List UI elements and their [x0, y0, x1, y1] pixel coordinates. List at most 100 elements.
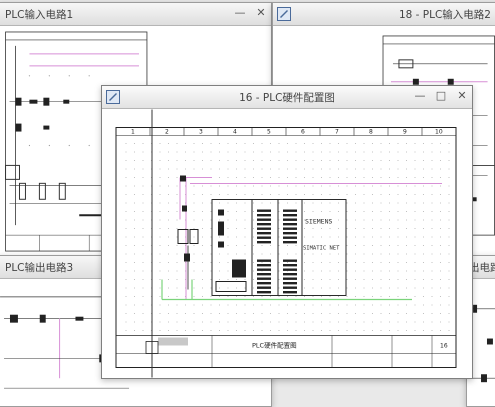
minimize-button[interactable]: —: [414, 89, 426, 102]
grid-dot: [201, 219, 204, 221]
grid-dot: [397, 151, 399, 153]
grid-dot: [431, 151, 433, 153]
grid-dot: [439, 278, 442, 281]
grid-dot: [167, 185, 170, 187]
grid-dot: [312, 202, 314, 204]
grid-dot: [439, 219, 442, 221]
schematic-canvas[interactable]: 1 2 3 4 5 6 7 8 9 10 SIEMENS SIMATIC NET…: [102, 109, 472, 378]
grid-dot: [252, 185, 255, 187]
grid-dot: [252, 236, 255, 238]
grid-dot: [414, 193, 416, 196]
grid-dot: [312, 295, 314, 298]
grid-dot: [329, 287, 331, 289]
grid-dot: [380, 142, 382, 145]
ruler-label: 3: [199, 129, 203, 136]
grid-dot: [371, 168, 374, 170]
grid-dot: [337, 278, 340, 281]
grid-dot: [439, 151, 442, 153]
close-button[interactable]: ✕: [456, 89, 468, 102]
grid-dot: [269, 168, 272, 170]
grid-dot: [312, 312, 314, 315]
grid-dot: [422, 321, 425, 323]
grid-dot: [329, 312, 331, 315]
window-titlebar[interactable]: 16 - PLC硬件配置图 — □ ✕: [102, 86, 472, 109]
grid-dot: [380, 227, 382, 230]
grid-dot: [235, 253, 238, 255]
grid-dot: [388, 304, 391, 306]
grid-dot: [159, 304, 161, 306]
maximize-button[interactable]: □: [435, 89, 447, 102]
window-titlebar[interactable]: 18 - PLC输入电路2: [273, 3, 495, 26]
minimize-button[interactable]: —: [234, 6, 246, 19]
grid-dot: [278, 210, 280, 213]
grid-dot: [286, 261, 289, 264]
window-plc-hardware-config[interactable]: 16 - PLC硬件配置图 — □ ✕ 1 2 3 4 5 6 7 8 9 10…: [101, 85, 473, 379]
grid-dot: [320, 227, 323, 230]
grid-dot: [439, 270, 442, 272]
grid-dot: [388, 185, 391, 187]
grid-dot: [346, 244, 348, 247]
grid-dot: [371, 253, 374, 255]
grid-dot: [286, 321, 289, 323]
grid-dot: [227, 219, 229, 221]
grid-dot: [414, 219, 416, 221]
grid-dot: [448, 236, 450, 238]
grid-dot: [244, 295, 246, 298]
grid-dot: [363, 236, 365, 238]
window-titlebar[interactable]: PLC输入电路1 — ✕: [0, 3, 271, 26]
grid-dot: [252, 329, 255, 332]
grid-dot: [414, 304, 416, 306]
grid-dot: [346, 278, 348, 281]
grid-dot: [167, 270, 170, 272]
grid-dot: [184, 329, 187, 332]
grid-dot: [439, 236, 442, 238]
grid-dot: [303, 321, 306, 323]
grid-dot: [125, 210, 127, 213]
grid-dot: [125, 236, 127, 238]
io-terminal: [257, 273, 271, 276]
grid-dot: [278, 329, 280, 332]
grid-dot: [346, 168, 348, 170]
io-terminal: [283, 268, 297, 271]
grid-dot: [320, 176, 323, 179]
grid-dot: [176, 151, 178, 153]
grid-dot: [125, 219, 127, 221]
io-terminal: [283, 223, 297, 226]
grid-dot: [167, 278, 170, 281]
grid-dot: [252, 270, 255, 272]
grid-dot: [184, 151, 187, 153]
io-terminal: [283, 259, 297, 262]
grid-dot: [167, 321, 170, 323]
grid-dot: [244, 329, 246, 332]
grid-dot: [439, 185, 442, 187]
grid-dot: [159, 168, 161, 170]
grid-dot: [346, 321, 348, 323]
grid-dot: [320, 304, 323, 306]
grid-dot: [244, 278, 246, 281]
grid-dot: [252, 312, 255, 315]
grid-dot: [176, 278, 178, 281]
grid-dot: [159, 151, 161, 153]
grid-dot: [218, 270, 221, 272]
grid-dot: [133, 236, 136, 238]
grid-dot: [448, 168, 450, 170]
grid-dot: [405, 270, 408, 272]
grid-dot: [142, 244, 144, 247]
io-terminal: [283, 241, 297, 244]
grid-dot: [218, 151, 221, 153]
grid-dot: [329, 202, 331, 204]
grid-dot: [448, 142, 450, 145]
grid-dot: [320, 159, 323, 162]
close-button[interactable]: ✕: [255, 6, 267, 19]
grid-dot: [431, 295, 433, 298]
grid-dot: [167, 295, 170, 298]
grid-dot: [261, 202, 263, 204]
grid-dot: [422, 202, 425, 204]
grid-dot: [422, 278, 425, 281]
grid-dot: [286, 151, 289, 153]
grid-dot: [312, 287, 314, 289]
grid-dot: [363, 278, 365, 281]
grid-dot: [431, 261, 433, 264]
grid-dot: [354, 236, 357, 238]
grid-dot: [397, 329, 399, 332]
